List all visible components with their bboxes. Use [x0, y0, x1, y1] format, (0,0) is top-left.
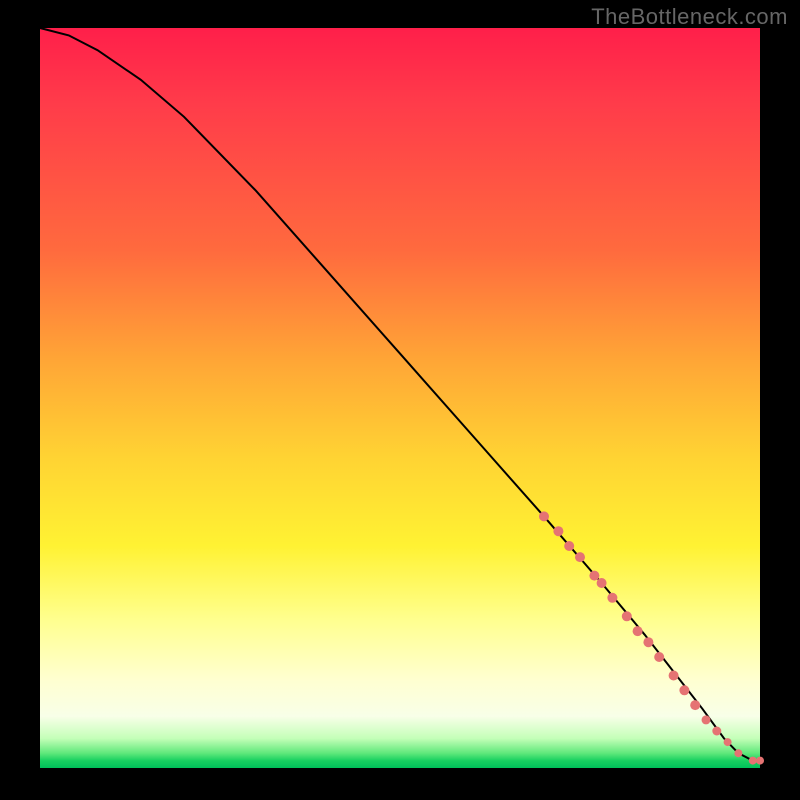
data-marker [643, 637, 653, 647]
data-marker [564, 541, 574, 551]
data-marker [575, 552, 585, 562]
data-marker [724, 738, 732, 746]
data-marker [734, 749, 742, 757]
chart-svg [40, 28, 760, 768]
bottleneck-curve [40, 28, 760, 761]
data-marker [669, 671, 679, 681]
watermark-text: TheBottleneck.com [591, 4, 788, 30]
data-marker [690, 700, 700, 710]
data-marker [589, 571, 599, 581]
data-marker [679, 685, 689, 695]
data-marker [654, 652, 664, 662]
data-marker [749, 757, 757, 765]
data-marker [756, 757, 764, 765]
data-marker [607, 593, 617, 603]
data-markers [539, 511, 764, 764]
data-marker [597, 578, 607, 588]
data-marker [633, 626, 643, 636]
chart-frame: TheBottleneck.com [0, 0, 800, 800]
plot-area [40, 28, 760, 768]
data-marker [539, 511, 549, 521]
data-marker [712, 727, 721, 736]
data-marker [702, 715, 711, 724]
data-marker [553, 526, 563, 536]
data-marker [622, 611, 632, 621]
